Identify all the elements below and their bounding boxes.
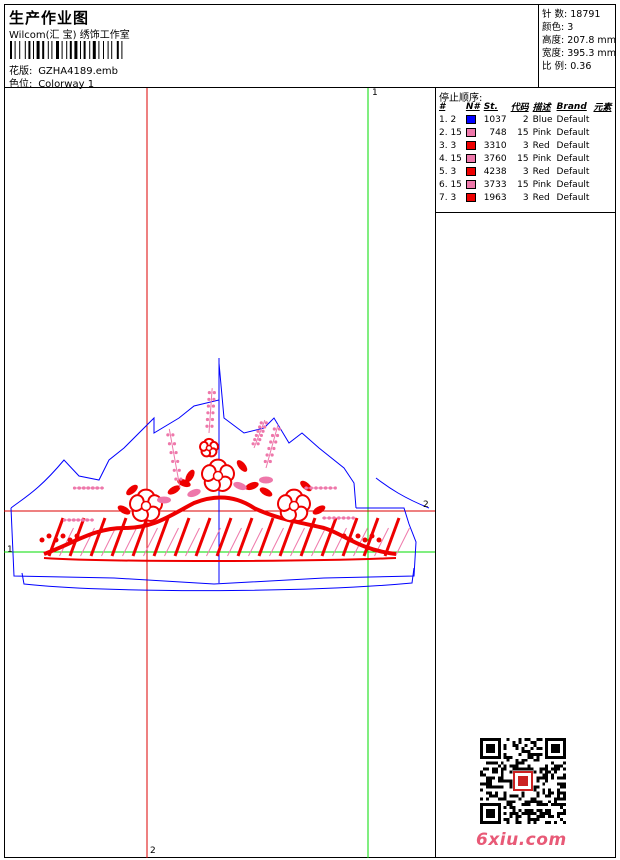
guide-label-top: 1 — [372, 88, 378, 98]
stripe-band — [47, 517, 410, 557]
element-cell — [591, 165, 613, 178]
column-header: St. — [483, 101, 498, 112]
color-code-cell: 15 — [517, 153, 529, 164]
column-header: 代码 — [510, 103, 529, 113]
stop-index: 4. 15 — [439, 153, 462, 164]
stitch-count-cell: 3733 — [483, 179, 507, 190]
panel-divider — [436, 212, 616, 213]
stop-sequence-table: # N# St. 代码 描述 Brand 元素 1. 2 1037 2 Blue Default 2.… — [437, 100, 613, 204]
color-code-cell: 15 — [517, 179, 529, 190]
element-cell — [591, 139, 613, 152]
color-swatch — [465, 192, 476, 202]
table-row: 7. 3 1963 3 Red Default — [437, 191, 613, 204]
color-code-cell: 2 — [522, 114, 529, 125]
brand-cell: Default — [556, 166, 590, 177]
color-desc-cell: Red — [532, 140, 550, 151]
color-desc-cell: Red — [532, 192, 550, 203]
table-row: 5. 3 4238 3 Red Default — [437, 165, 613, 178]
company-name: Wilcom(汇 宝) 绣饰工作室 — [9, 30, 130, 41]
brand-cell: Default — [556, 127, 590, 138]
color-swatch-cell — [464, 126, 482, 139]
color-desc-cell: Pink — [532, 127, 552, 138]
color-swatch-cell — [464, 152, 482, 165]
color-code-cell: 3 — [522, 192, 529, 203]
sheet-title: 生产作业图 — [9, 9, 90, 27]
brand-cell: Default — [556, 179, 590, 190]
element-cell — [591, 113, 613, 126]
stop-index: 3. 3 — [439, 140, 457, 151]
element-cell — [591, 126, 613, 139]
color-swatch-cell — [464, 113, 482, 126]
color-swatch — [465, 179, 476, 189]
barcode-icon — [10, 41, 123, 59]
column-header: 元素 — [593, 103, 612, 113]
design-scale: 比 例: 0.36 — [542, 61, 592, 72]
design-canvas: 1 2 1 2 — [4, 88, 436, 858]
color-swatch — [465, 153, 476, 163]
column-header: # — [439, 101, 446, 112]
embroidery-preview — [4, 88, 435, 858]
color-swatch-cell — [464, 165, 482, 178]
color-count: 颜色: 3 — [542, 22, 574, 33]
table-row: 3. 3 3310 3 Red Default — [437, 139, 613, 152]
color-code-cell: 3 — [522, 166, 529, 177]
element-cell — [591, 191, 613, 204]
bottom-edge — [43, 557, 397, 562]
column-header: 描述 — [532, 103, 551, 113]
table-row: 1. 2 1037 2 Blue Default — [437, 113, 613, 126]
header-panel: 生产作业图 Wilcom(汇 宝) 绣饰工作室 花版: GZHA4189.emb… — [4, 4, 539, 90]
stop-index: 6. 15 — [439, 179, 462, 190]
design-height: 高度: 207.8 mm — [542, 35, 616, 46]
table-row: 6. 15 3733 15 Pink Default — [437, 178, 613, 191]
stitch-count-cell: 1037 — [483, 114, 507, 125]
color-swatch — [465, 127, 476, 137]
color-code-cell: 15 — [517, 127, 529, 138]
stitch-count-cell: 3760 — [483, 153, 507, 164]
watermark-logo: 6xiu.com — [476, 830, 567, 850]
guide-label-right: 2 — [423, 500, 429, 510]
color-desc-cell: Blue — [532, 114, 553, 125]
column-header: N# — [465, 101, 480, 112]
brand-cell: Default — [556, 192, 590, 203]
stop-index: 7. 3 — [439, 192, 457, 203]
stitch-count-cell: 4238 — [483, 166, 507, 177]
column-header: Brand — [556, 101, 587, 112]
brand-cell: Default — [556, 153, 590, 164]
table-row: 2. 15 748 15 Pink Default — [437, 126, 613, 139]
table-header-row: # N# St. 代码 描述 Brand 元素 — [437, 100, 613, 114]
color-desc-cell: Pink — [532, 179, 552, 190]
guide-label-left: 1 — [7, 545, 13, 555]
table-row: 4. 15 3760 15 Pink Default — [437, 152, 613, 165]
color-swatch-cell — [464, 191, 482, 204]
color-swatch — [465, 114, 476, 124]
brand-cell: Default — [556, 140, 590, 151]
element-cell — [591, 152, 613, 165]
brand-cell: Default — [556, 114, 590, 125]
flower-motifs — [39, 437, 382, 543]
stitch-count-cell: 748 — [489, 127, 507, 138]
element-cell — [591, 178, 613, 191]
color-swatch-cell — [464, 178, 482, 191]
color-swatch — [465, 140, 476, 150]
color-desc-cell: Red — [532, 166, 550, 177]
design-width: 宽度: 395.3 mm — [542, 48, 616, 59]
stop-index: 5. 3 — [439, 166, 457, 177]
stitch-count-cell: 1963 — [483, 192, 507, 203]
stats-panel: 针 数: 18791 颜色: 3 高度: 207.8 mm 宽度: 395.3 … — [539, 4, 616, 88]
color-code-cell: 3 — [522, 140, 529, 151]
stop-index: 2. 15 — [439, 127, 462, 138]
stop-index: 1. 2 — [439, 114, 457, 125]
color-swatch — [465, 166, 476, 176]
qr-code-icon — [480, 738, 566, 824]
guide-label-bottom: 2 — [150, 846, 156, 856]
color-swatch-cell — [464, 139, 482, 152]
color-desc-cell: Pink — [532, 153, 552, 164]
stitch-count: 针 数: 18791 — [542, 9, 601, 20]
stitch-count-cell: 3310 — [483, 140, 507, 151]
